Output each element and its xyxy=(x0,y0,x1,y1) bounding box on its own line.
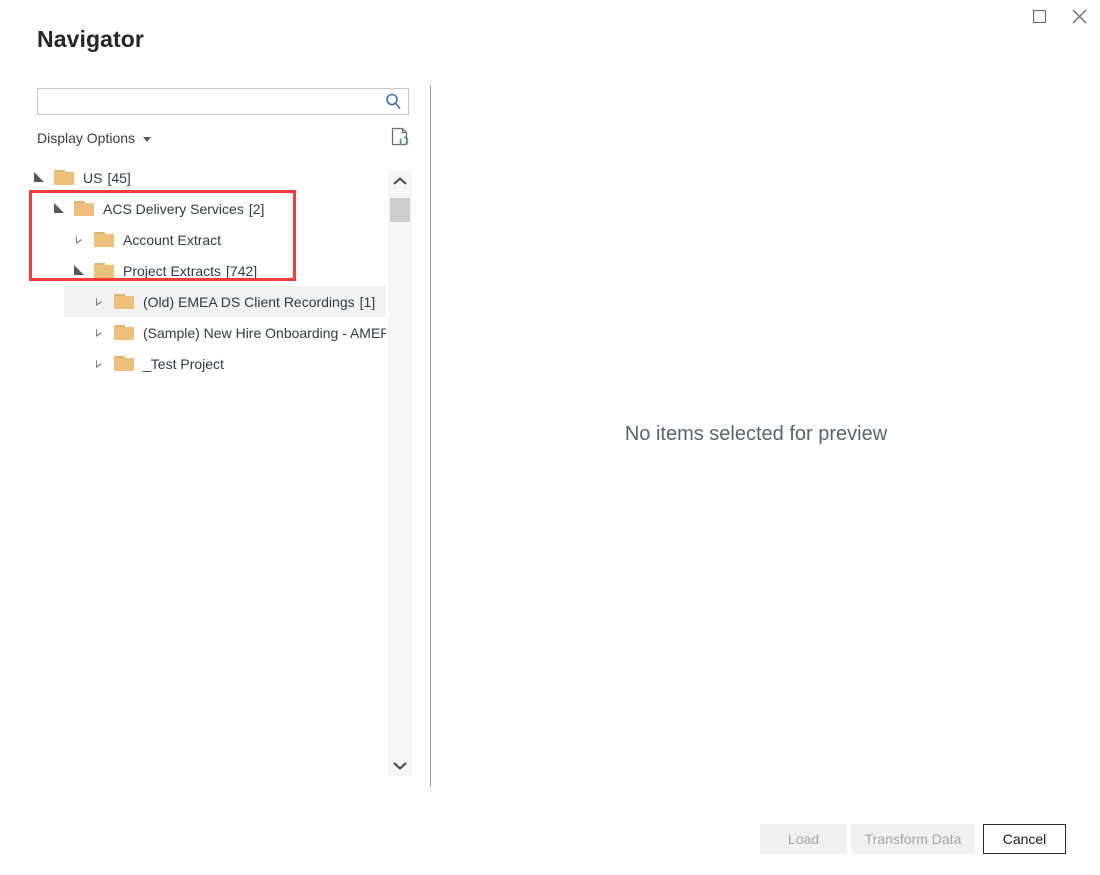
chevron-down-icon xyxy=(143,136,152,142)
tree-item[interactable]: (Sample) New Hire Onboarding - AMER xyxy=(30,317,386,348)
maximize-icon xyxy=(1032,10,1046,23)
triangle-right-icon xyxy=(76,235,82,244)
collapse-toggle-icon[interactable] xyxy=(50,203,68,213)
tree-item-label: Account Extract xyxy=(123,231,222,248)
triangle-right-icon xyxy=(96,297,102,306)
folder-icon xyxy=(114,294,134,309)
expand-toggle-icon[interactable] xyxy=(90,359,108,368)
close-button[interactable] xyxy=(1057,0,1100,33)
tree-item[interactable]: US [45] xyxy=(30,162,386,193)
folder-icon xyxy=(114,356,134,371)
maximize-button[interactable] xyxy=(1017,0,1061,33)
expand-toggle-icon[interactable] xyxy=(90,328,108,337)
chevron-down-icon xyxy=(393,761,407,770)
navigator-tree[interactable]: US [45] ACS Delivery Services [2] Account Ex… xyxy=(30,162,386,782)
tree-item-label: (Sample) New Hire Onboarding - AMER xyxy=(143,324,386,341)
triangle-right-icon xyxy=(96,359,102,368)
scroll-down-button[interactable] xyxy=(388,754,412,776)
tree-item-label: ACS Delivery Services xyxy=(103,200,244,217)
search-input[interactable] xyxy=(38,89,378,114)
tree-item[interactable]: Account Extract xyxy=(30,224,386,255)
tree-item-count: [1] xyxy=(359,293,376,310)
display-options-button[interactable]: Display Options xyxy=(37,128,152,148)
tree-item[interactable]: Project Extracts [742] xyxy=(30,255,386,286)
tree-item[interactable]: (Old) EMEA DS Client Recordings [1] xyxy=(64,286,386,317)
page-refresh-icon xyxy=(391,127,408,146)
tree-item-label: Project Extracts xyxy=(123,262,222,279)
collapse-toggle-icon[interactable] xyxy=(70,265,88,275)
folder-icon xyxy=(54,170,74,185)
preview-empty-message: No items selected for preview xyxy=(624,423,888,445)
expand-toggle-icon[interactable] xyxy=(70,235,88,244)
page-title: Navigator xyxy=(37,26,144,52)
cancel-button[interactable]: Cancel xyxy=(983,824,1066,854)
triangle-down-icon xyxy=(34,172,44,182)
dialog-footer: Load Transform Data Cancel xyxy=(0,824,1100,875)
tree-item[interactable]: _Test Project xyxy=(30,348,386,379)
triangle-down-icon xyxy=(54,203,64,213)
folder-icon xyxy=(94,232,114,247)
search-icon[interactable] xyxy=(382,91,404,112)
transform-data-button[interactable]: Transform Data xyxy=(851,824,975,854)
tree-scrollbar[interactable] xyxy=(388,170,412,776)
chevron-up-icon xyxy=(393,176,407,185)
tree-item-count: [45] xyxy=(107,169,131,186)
expand-toggle-icon[interactable] xyxy=(90,297,108,306)
triangle-right-icon xyxy=(96,328,102,337)
title-bar xyxy=(0,0,1100,34)
display-options-label: Display Options xyxy=(37,130,136,146)
tree-item-label: (Old) EMEA DS Client Recordings xyxy=(143,293,355,310)
folder-icon xyxy=(74,201,94,216)
load-button[interactable]: Load xyxy=(760,824,847,854)
close-icon xyxy=(1072,9,1086,24)
scroll-up-button[interactable] xyxy=(388,170,412,192)
refresh-button[interactable] xyxy=(388,126,412,148)
folder-icon xyxy=(94,263,114,278)
tree-item-label: US xyxy=(83,169,103,186)
navigator-dialog: Navigator Display Options US [45] ACS Deli… xyxy=(0,0,1100,875)
tree-item-count: [2] xyxy=(248,200,265,217)
search-box[interactable] xyxy=(37,88,409,115)
collapse-toggle-icon[interactable] xyxy=(30,172,48,182)
triangle-down-icon xyxy=(74,265,84,275)
tree-item-label: _Test Project xyxy=(143,355,224,372)
tree-item-count: [742] xyxy=(226,262,258,279)
folder-icon xyxy=(114,325,134,340)
scrollbar-thumb[interactable] xyxy=(390,198,410,222)
tree-item[interactable]: ACS Delivery Services [2] xyxy=(30,193,386,224)
preview-panel: No items selected for preview xyxy=(431,85,1100,787)
